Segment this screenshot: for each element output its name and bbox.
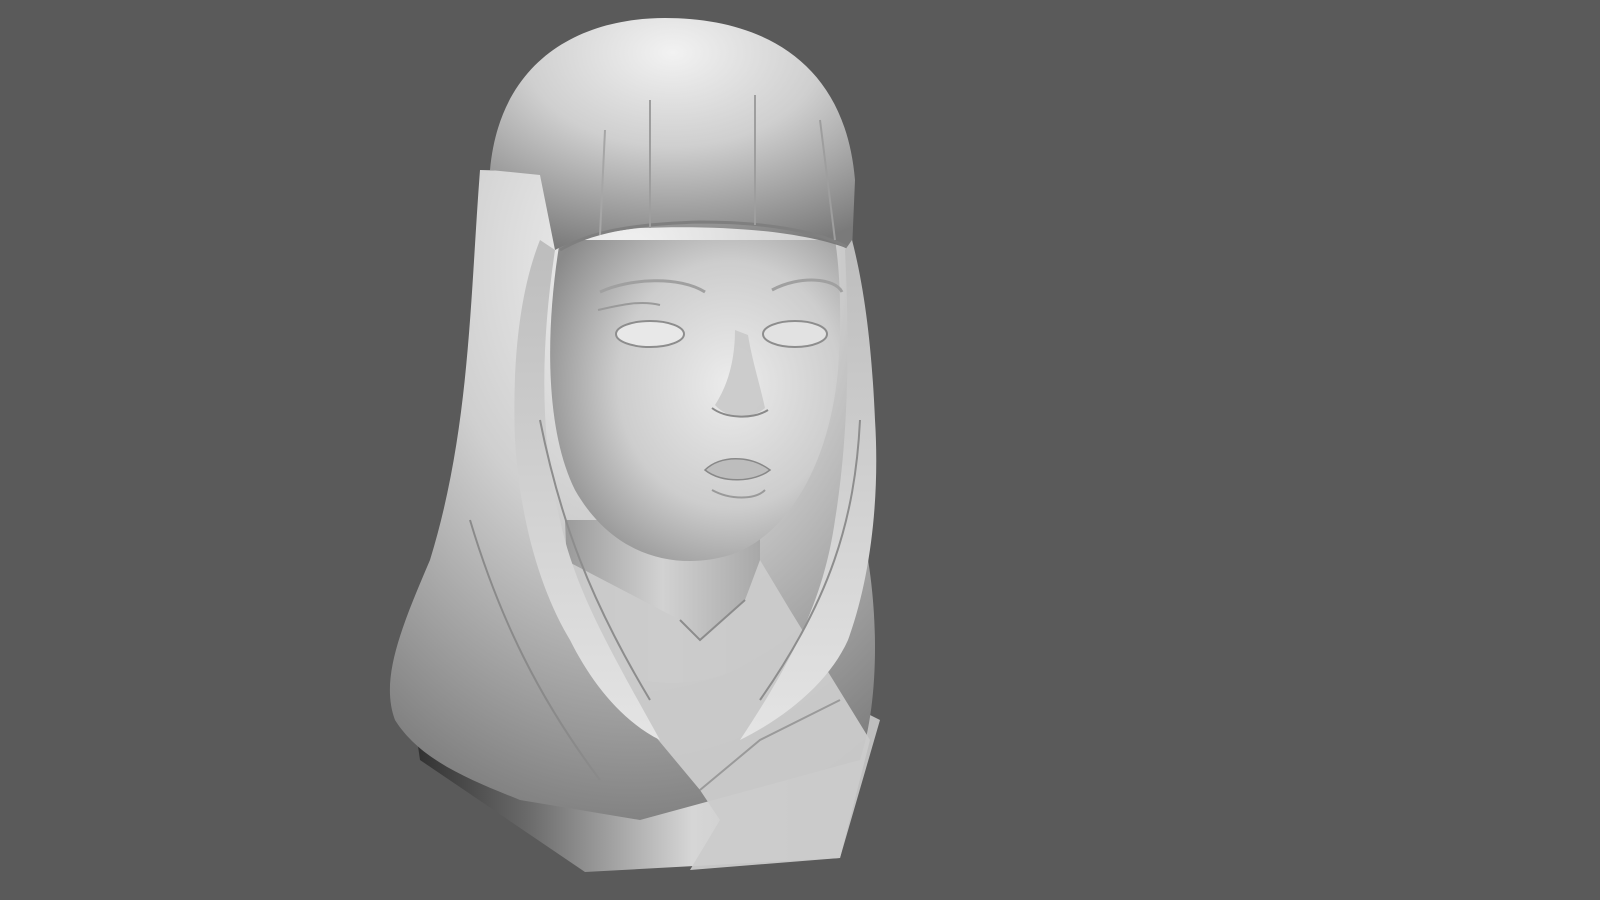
right-eye: [762, 320, 828, 348]
sculpted-bust-render: [389, 18, 880, 872]
3d-viewport[interactable]: [0, 0, 1600, 900]
left-eye: [615, 320, 685, 348]
